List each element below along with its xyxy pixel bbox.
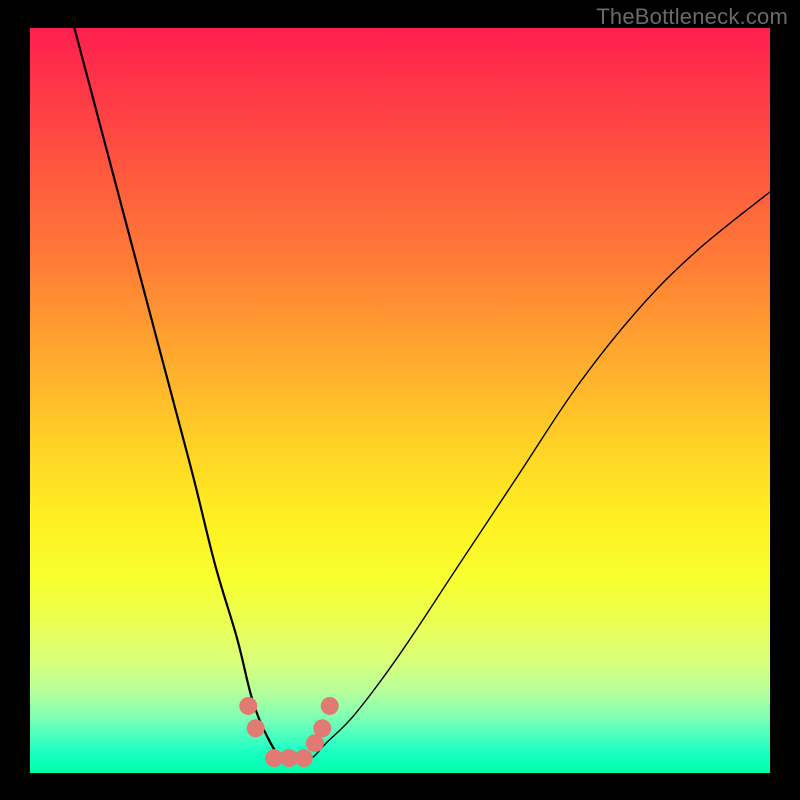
- watermark-text: TheBottleneck.com: [596, 4, 788, 30]
- highlight-marker: [313, 719, 331, 737]
- curve-layer: [30, 28, 770, 773]
- highlight-markers: [239, 697, 338, 767]
- chart-frame: TheBottleneck.com: [0, 0, 800, 800]
- highlight-marker: [321, 697, 339, 715]
- bottleneck-curve-right: [267, 192, 770, 760]
- highlight-marker: [239, 697, 257, 715]
- highlight-marker: [247, 719, 265, 737]
- plot-area: [30, 28, 770, 773]
- highlight-marker: [295, 749, 313, 767]
- bottleneck-curve: [74, 28, 296, 760]
